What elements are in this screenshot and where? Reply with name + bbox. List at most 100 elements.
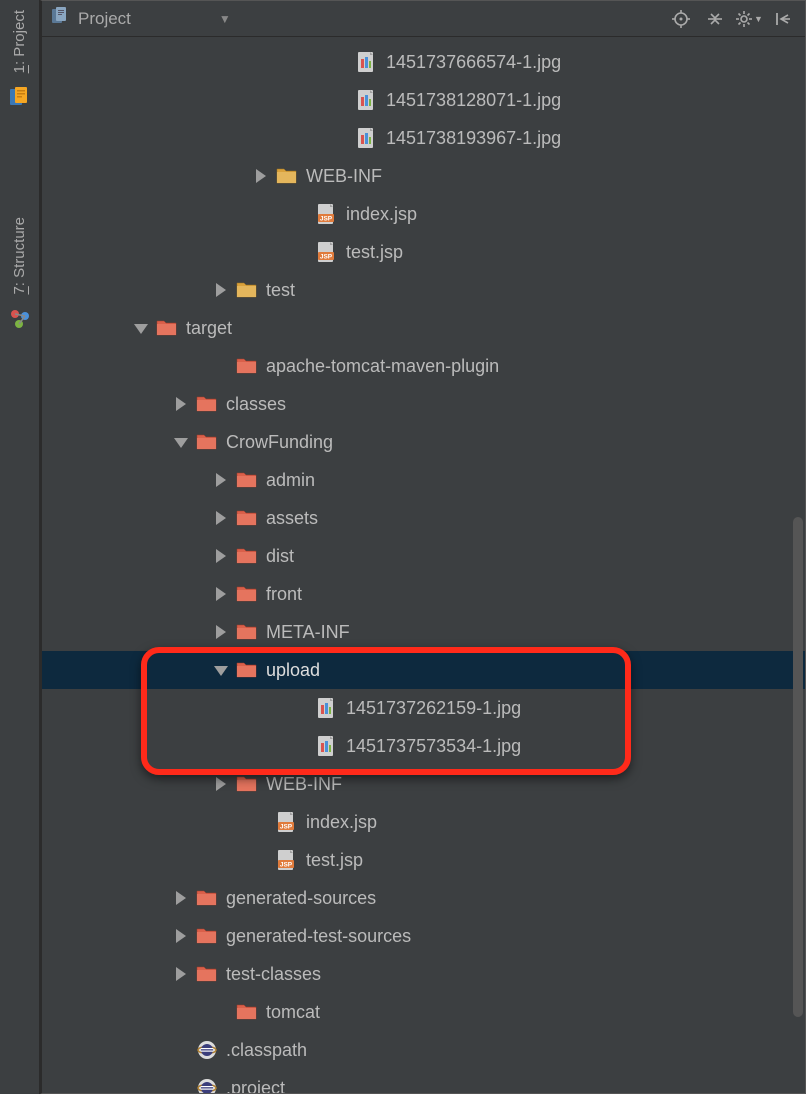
arrow-placeholder	[332, 129, 350, 147]
tree-node[interactable]: 1451737262159-1.jpg	[42, 689, 805, 727]
tree-node[interactable]: generated-test-sources	[42, 917, 805, 955]
folder-red-icon	[236, 621, 258, 643]
arrow-placeholder	[332, 91, 350, 109]
project-tool-window: Project ▼ ▼ 1451737666574-1.jpg145173812…	[40, 0, 806, 1094]
tree-node[interactable]: .project	[42, 1069, 805, 1093]
collapse-all-button[interactable]	[701, 5, 729, 33]
folder-red-icon	[196, 963, 218, 985]
image-icon	[356, 51, 378, 73]
tree-node[interactable]: test.jsp	[42, 841, 805, 879]
expand-arrow-icon[interactable]	[172, 433, 190, 451]
tree-node-label: index.jsp	[346, 205, 417, 223]
folder-red-icon	[196, 887, 218, 909]
folder-red-icon	[236, 469, 258, 491]
tree-node-label: .project	[226, 1079, 285, 1093]
tree-node[interactable]: apache-tomcat-maven-plugin	[42, 347, 805, 385]
tree-node[interactable]: dist	[42, 537, 805, 575]
expand-arrow-icon[interactable]	[172, 927, 190, 945]
image-icon	[316, 735, 338, 757]
tree-node[interactable]: 1451737666574-1.jpg	[42, 43, 805, 81]
tree-scroll-area[interactable]: 1451737666574-1.jpg1451738128071-1.jpg 14…	[42, 37, 805, 1093]
arrow-placeholder	[172, 1079, 190, 1093]
project-view-icon	[50, 6, 70, 31]
tree-node[interactable]: index.jsp	[42, 803, 805, 841]
tree-node-label: test-classes	[226, 965, 321, 983]
folder-red-icon	[196, 393, 218, 415]
tree-node-label: admin	[266, 471, 315, 489]
tree-node-label: classes	[226, 395, 286, 413]
tree-node-label: upload	[266, 661, 320, 679]
expand-arrow-icon[interactable]	[212, 623, 230, 641]
sidebar-tab-project[interactable]: 1: Project	[9, 4, 30, 79]
tree-node-label: META-INF	[266, 623, 350, 641]
expand-arrow-icon[interactable]	[172, 965, 190, 983]
tree-node[interactable]: .classpath	[42, 1031, 805, 1069]
vertical-scrollbar[interactable]	[793, 517, 803, 1017]
expand-arrow-icon[interactable]	[212, 661, 230, 679]
sidebar-tab-project-label: 1: Project	[11, 10, 28, 73]
tree-node[interactable]: test	[42, 271, 805, 309]
view-mode-dropdown[interactable]: Project ▼	[50, 6, 231, 31]
folder-red-icon	[236, 583, 258, 605]
tree-node[interactable]: generated-sources	[42, 879, 805, 917]
expand-arrow-icon[interactable]	[252, 167, 270, 185]
expand-arrow-icon[interactable]	[212, 547, 230, 565]
arrow-placeholder	[292, 205, 310, 223]
folder-red-icon	[236, 773, 258, 795]
expand-arrow-icon[interactable]	[212, 471, 230, 489]
locate-button[interactable]	[667, 5, 695, 33]
expand-arrow-icon[interactable]	[212, 775, 230, 793]
tree-node-label: tomcat	[266, 1003, 320, 1021]
expand-arrow-icon[interactable]	[212, 509, 230, 527]
expand-arrow-icon[interactable]	[172, 889, 190, 907]
tree-node[interactable]: test.jsp	[42, 233, 805, 271]
chevron-down-icon: ▼	[754, 14, 763, 24]
tree-node-label: test.jsp	[346, 243, 403, 261]
sidebar-tab-structure[interactable]: 7: Structure	[9, 211, 30, 301]
tree-node[interactable]: upload	[42, 651, 805, 689]
tree-node-label: .classpath	[226, 1041, 307, 1059]
tree-node[interactable]: CrowFunding	[42, 423, 805, 461]
panel-header: Project ▼ ▼	[42, 1, 805, 37]
expand-arrow-icon[interactable]	[172, 395, 190, 413]
tree-node[interactable]: test-classes	[42, 955, 805, 993]
tree-node[interactable]: index.jsp	[42, 195, 805, 233]
folder-red-icon	[236, 355, 258, 377]
expand-arrow-icon[interactable]	[132, 319, 150, 337]
tree-node-label: test	[266, 281, 295, 299]
tree-node[interactable]: front	[42, 575, 805, 613]
arrow-placeholder	[212, 1003, 230, 1021]
arrow-placeholder	[292, 243, 310, 261]
jsp-icon	[276, 849, 298, 871]
tree-node[interactable]: 1451738193967-1.jpg	[42, 119, 805, 157]
settings-button[interactable]: ▼	[735, 5, 763, 33]
tree-node[interactable]: tomcat	[42, 993, 805, 1031]
arrow-placeholder	[292, 737, 310, 755]
expand-arrow-icon[interactable]	[212, 281, 230, 299]
folder-icon	[276, 165, 298, 187]
tree-node-label: 1451737262159-1.jpg	[346, 699, 521, 717]
expand-arrow-icon[interactable]	[212, 585, 230, 603]
tree-node[interactable]: target	[42, 309, 805, 347]
tree-node[interactable]: 1451738128071-1.jpg	[42, 81, 805, 119]
tree-node-label: WEB-INF	[266, 775, 342, 793]
tree-node[interactable]: WEB-INF	[42, 765, 805, 803]
eclipse-icon	[196, 1077, 218, 1093]
jsp-icon	[316, 203, 338, 225]
tree-node[interactable]: META-INF	[42, 613, 805, 651]
tree-node[interactable]: 1451737573534-1.jpg	[42, 727, 805, 765]
tool-window-tab-strip: 1: Project 7: Structure	[0, 0, 40, 1094]
hide-button[interactable]	[769, 5, 797, 33]
folder-red-icon	[156, 317, 178, 339]
tree-node-label: 1451738193967-1.jpg	[386, 129, 561, 147]
arrow-placeholder	[212, 357, 230, 375]
arrow-placeholder	[332, 53, 350, 71]
tree-node-label: CrowFunding	[226, 433, 333, 451]
tree-node[interactable]: admin	[42, 461, 805, 499]
folder-red-icon	[196, 431, 218, 453]
tree-node-label: generated-sources	[226, 889, 376, 907]
tree-node-label: assets	[266, 509, 318, 527]
tree-node[interactable]: assets	[42, 499, 805, 537]
tree-node[interactable]: WEB-INF	[42, 157, 805, 195]
tree-node[interactable]: classes	[42, 385, 805, 423]
